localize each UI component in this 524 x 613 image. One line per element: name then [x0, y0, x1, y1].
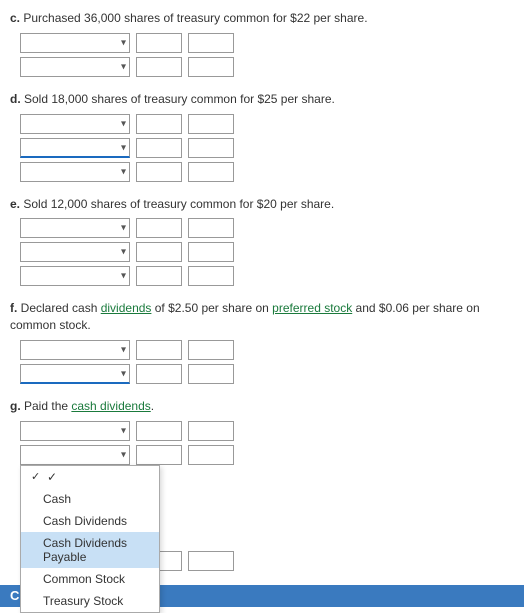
table-row-with-dropdown: ✓ Cash Cash Dividends Cash Dividends Pay… — [20, 445, 514, 465]
table-row — [20, 57, 514, 77]
section-e-label: e. Sold 12,000 shares of treasury common… — [10, 196, 514, 213]
credit-input-e3[interactable] — [188, 266, 234, 286]
footer-c-label: C — [10, 588, 19, 603]
account-select-e2[interactable] — [20, 242, 130, 262]
credit-input-g2[interactable] — [188, 445, 234, 465]
section-d-rows — [20, 114, 514, 182]
credit-input-d3[interactable] — [188, 162, 234, 182]
cash-dividends-link-g[interactable]: cash dividends — [71, 399, 150, 413]
account-select-d1[interactable] — [20, 114, 130, 134]
dropdown-item-cash[interactable]: Cash — [21, 488, 159, 510]
account-select-c2[interactable] — [20, 57, 130, 77]
section-e-rows — [20, 218, 514, 286]
table-row — [20, 421, 514, 441]
dividends-link-f[interactable]: dividends — [101, 301, 152, 315]
credit-input-d2[interactable] — [188, 138, 234, 158]
section-d-label: d. Sold 18,000 shares of treasury common… — [10, 91, 514, 108]
preferred-stock-link-f[interactable]: preferred stock — [272, 301, 352, 315]
account-select-d3[interactable] — [20, 162, 130, 182]
dropdown-item-empty[interactable]: ✓ — [21, 466, 159, 488]
account-select-c1[interactable] — [20, 33, 130, 53]
debit-input-e1[interactable] — [136, 218, 182, 238]
credit-input-c1[interactable] — [188, 33, 234, 53]
debit-input-g2[interactable] — [136, 445, 182, 465]
debit-input-f1[interactable] — [136, 340, 182, 360]
table-row — [20, 364, 514, 384]
credit-input-g1[interactable] — [188, 421, 234, 441]
debit-input-e3[interactable] — [136, 266, 182, 286]
table-row — [20, 242, 514, 262]
account-select-g1[interactable] — [20, 421, 130, 441]
credit-input-c2[interactable] — [188, 57, 234, 77]
checkmark-icon: ✓ — [47, 470, 59, 484]
debit-input-d3[interactable] — [136, 162, 182, 182]
section-f-label: f. Declared cash dividends of $2.50 per … — [10, 300, 514, 334]
table-row — [20, 162, 514, 182]
section-g-label: g. Paid the cash dividends. — [10, 398, 514, 415]
dropdown-item-cash-dividends[interactable]: Cash Dividends — [21, 510, 159, 532]
debit-input-f2[interactable] — [136, 364, 182, 384]
debit-input-c2[interactable] — [136, 57, 182, 77]
credit-input-g3[interactable] — [188, 551, 234, 571]
account-select-e1[interactable] — [20, 218, 130, 238]
account-select-e3[interactable] — [20, 266, 130, 286]
account-select-d2[interactable] — [20, 138, 130, 158]
section-c-label: c. Purchased 36,000 shares of treasury c… — [10, 10, 514, 27]
table-row — [20, 114, 514, 134]
account-select-g2-open[interactable] — [20, 445, 130, 465]
debit-input-d1[interactable] — [136, 114, 182, 134]
account-select-f2[interactable] — [20, 364, 130, 384]
credit-input-f2[interactable] — [188, 364, 234, 384]
debit-input-g1[interactable] — [136, 421, 182, 441]
section-f-rows — [20, 340, 514, 384]
dropdown-item-common-stock[interactable]: Common Stock — [21, 568, 159, 590]
credit-input-d1[interactable] — [188, 114, 234, 134]
section-c-rows — [20, 33, 514, 77]
dropdown-item-cash-dividends-payable[interactable]: Cash Dividends Payable — [21, 532, 159, 568]
table-row — [20, 340, 514, 360]
table-row — [20, 266, 514, 286]
credit-input-e1[interactable] — [188, 218, 234, 238]
dropdown-item-treasury-stock[interactable]: Treasury Stock — [21, 590, 159, 612]
section-g-rows: ✓ Cash Cash Dividends Cash Dividends Pay… — [20, 421, 514, 571]
account-select-f1[interactable] — [20, 340, 130, 360]
credit-input-f1[interactable] — [188, 340, 234, 360]
table-row — [20, 138, 514, 158]
table-row — [20, 218, 514, 238]
credit-input-e2[interactable] — [188, 242, 234, 262]
debit-input-d2[interactable] — [136, 138, 182, 158]
table-row — [20, 33, 514, 53]
debit-input-c1[interactable] — [136, 33, 182, 53]
debit-input-e2[interactable] — [136, 242, 182, 262]
